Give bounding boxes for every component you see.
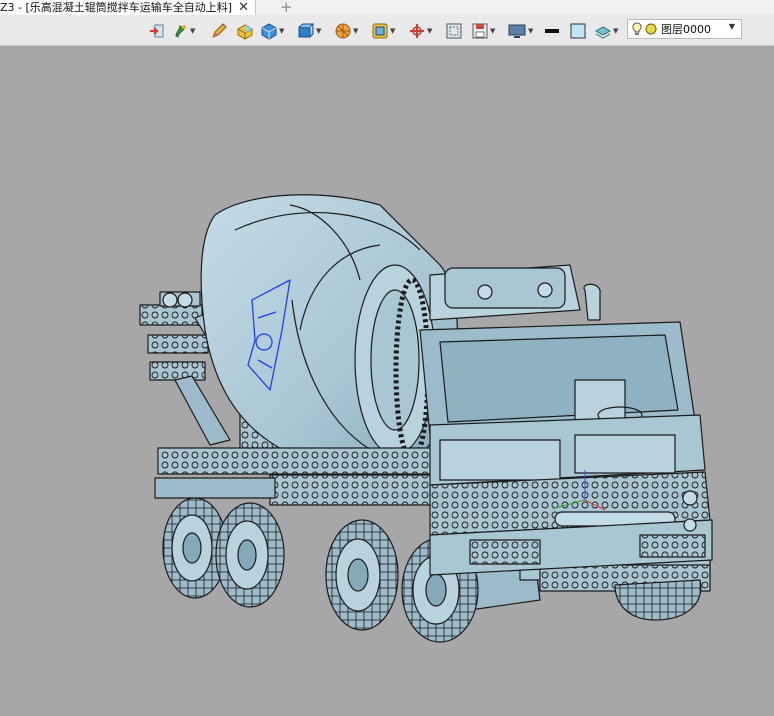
paint-icon[interactable]: ▼ bbox=[173, 21, 195, 41]
add-tab-icon[interactable]: + bbox=[280, 0, 293, 16]
pencil-icon[interactable] bbox=[210, 21, 228, 41]
close-icon[interactable]: ✕ bbox=[238, 1, 249, 14]
cube-icon[interactable]: ▼ bbox=[260, 21, 284, 41]
layer-name: 图层0000 bbox=[661, 23, 711, 36]
view-toolbar: ▼ ▼ ▼ ▼ ▼ ▼ ▼ ▼ ▼ 图层0000 ▼ bbox=[0, 15, 774, 46]
axis-icon[interactable]: ▼ bbox=[408, 21, 432, 41]
lightbulb-icon bbox=[632, 22, 642, 35]
3d-viewport[interactable] bbox=[0, 46, 774, 716]
frame-icon[interactable]: ▼ bbox=[371, 21, 395, 41]
block-icon[interactable] bbox=[236, 21, 254, 41]
document-tab[interactable]: Z3 - [乐高混凝土辊筒搅拌车运输车全自动上料] ✕ bbox=[0, 0, 256, 15]
rear-wheel-2 bbox=[215, 502, 285, 608]
front-wheel-1 bbox=[325, 519, 399, 631]
mixer-truck-model[interactable] bbox=[0, 46, 774, 716]
line-color-swatch[interactable] bbox=[544, 21, 560, 41]
truck-cab bbox=[419, 264, 713, 576]
document-tab-bar: Z3 - [乐高混凝土辊筒搅拌车运输车全自动上料] ✕ + bbox=[0, 0, 774, 16]
layer-stack-icon[interactable]: ▼ bbox=[594, 21, 618, 41]
right-front-wheel bbox=[614, 579, 702, 621]
display-icon[interactable]: ▼ bbox=[507, 21, 533, 41]
layer-dropdown[interactable]: 图层0000 ▼ bbox=[627, 19, 742, 39]
sphere-icon[interactable]: ▼ bbox=[334, 21, 358, 41]
document-tab-title: Z3 - [乐高混凝土辊筒搅拌车运输车全自动上料] bbox=[0, 1, 233, 14]
fit-icon[interactable] bbox=[445, 21, 463, 41]
export-icon[interactable] bbox=[148, 21, 166, 41]
fill-color-swatch[interactable] bbox=[569, 21, 587, 41]
chevron-down-icon: ▼ bbox=[728, 22, 735, 31]
save-view-icon[interactable]: ▼ bbox=[471, 21, 495, 41]
view-cube-icon[interactable]: ▼ bbox=[297, 21, 321, 41]
layer-color-dot bbox=[645, 23, 657, 35]
